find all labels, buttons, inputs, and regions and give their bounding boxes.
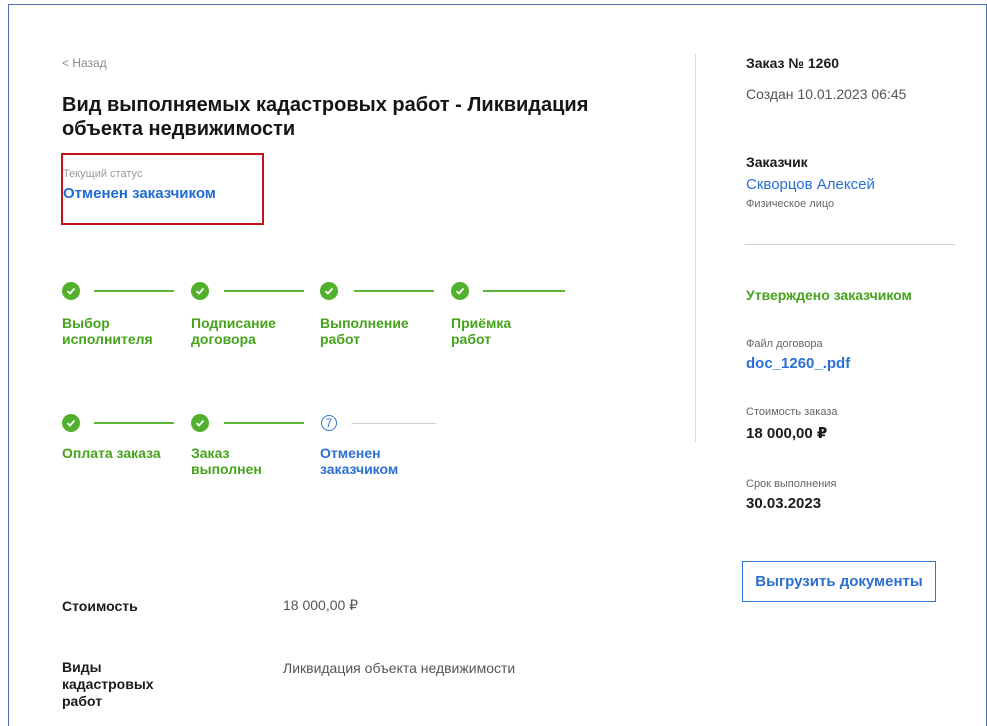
order-number: Заказ № 1260	[746, 55, 840, 71]
approval-status: Утверждено заказчиком	[746, 287, 912, 303]
progress-steps-row-1: Выбор исполнителя Подписание договора Выпо…	[62, 282, 582, 362]
order-cost-value: 18 000,00 ₽	[746, 425, 828, 442]
step-connector	[224, 290, 304, 292]
step-label-sign-contract: Подписание договора	[191, 315, 276, 347]
numbered-circle-icon: 7	[321, 415, 337, 431]
sidebar-divider	[745, 244, 955, 245]
customer-name-link[interactable]: Скворцов Алексей	[746, 176, 875, 193]
check-circle-icon	[191, 282, 209, 300]
step-connector	[483, 290, 565, 292]
current-status-label: Текущий статус	[63, 168, 143, 180]
step-label-select-contractor: Выбор исполнителя	[62, 315, 153, 347]
order-created-date: Создан 10.01.2023 06:45	[746, 86, 907, 102]
step-label-payment: Оплата заказа	[62, 445, 161, 461]
deadline-value: 30.03.2023	[746, 495, 822, 512]
check-circle-icon	[191, 414, 209, 432]
back-link[interactable]: < Назад	[62, 56, 107, 70]
step-connector	[352, 423, 436, 424]
deadline-label: Срок выполнения	[746, 478, 837, 490]
detail-label-cost: Стоимость	[62, 598, 138, 614]
step-label-order-completed: Заказ выполнен	[191, 445, 262, 477]
step-label-cancelled: Отменен заказчиком	[320, 445, 399, 477]
check-circle-icon	[451, 282, 469, 300]
current-status-value: Отменен заказчиком	[63, 185, 216, 202]
detail-value-cost: 18 000,00 ₽	[283, 597, 359, 613]
check-circle-icon	[62, 414, 80, 432]
customer-type: Физическое лицо	[746, 198, 835, 210]
column-divider	[695, 54, 696, 442]
step-connector	[224, 422, 304, 424]
step-connector	[354, 290, 434, 292]
step-label-acceptance: Приёмка работ	[451, 315, 512, 347]
export-documents-button[interactable]: Выгрузить документы	[742, 561, 936, 602]
customer-heading: Заказчик	[746, 154, 808, 170]
contract-file-link[interactable]: doc_1260_.pdf	[746, 355, 850, 372]
step-label-execute-work: Выполнение работ	[320, 315, 409, 347]
detail-label-work-types: Виды кадастровых работ	[62, 659, 154, 709]
order-cost-label: Стоимость заказа	[746, 406, 838, 418]
contract-file-label: Файл договора	[746, 338, 823, 350]
page-title: Вид выполняемых кадастровых работ - Ликв…	[62, 94, 589, 140]
check-circle-icon	[62, 282, 80, 300]
step-connector	[94, 290, 174, 292]
step-connector	[94, 422, 174, 424]
check-circle-icon	[320, 282, 338, 300]
detail-value-work-types: Ликвидация объекта недвижимости	[283, 660, 516, 676]
progress-steps-row-2: Оплата заказа Заказ выполнен 7 Отменен зак…	[62, 414, 582, 494]
